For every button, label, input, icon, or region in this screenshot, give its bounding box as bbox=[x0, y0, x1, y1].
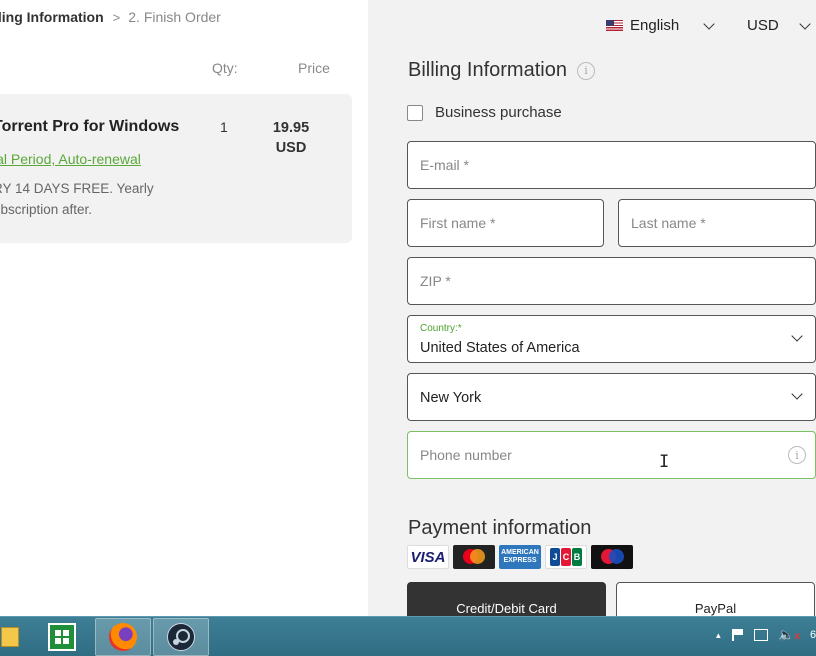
product-qty: 1 bbox=[220, 119, 228, 135]
taskbar: ▲ 🔈x 6 bbox=[0, 616, 816, 656]
taskbar-steam[interactable] bbox=[153, 618, 209, 656]
qty-header: Qty: bbox=[212, 60, 238, 76]
billing-panel: English USD Billing Information i Busine… bbox=[368, 0, 816, 616]
folder-icon bbox=[1, 627, 19, 647]
product-name: Torrent Pro for Windows bbox=[0, 118, 180, 135]
currency-label: USD bbox=[747, 17, 779, 34]
business-purchase-label: Business purchase bbox=[435, 104, 562, 121]
credit-card-button[interactable]: Credit/Debit Card bbox=[407, 582, 606, 616]
subscription-terms-link[interactable]: ial Period, Auto-renewal bbox=[0, 151, 141, 167]
country-label: Country:* bbox=[420, 323, 462, 334]
price-header: Price bbox=[298, 60, 330, 76]
language-label: English bbox=[630, 17, 680, 34]
billing-title: Billing Information i bbox=[408, 59, 595, 82]
card-logos: VISA AMERICAN EXPRESS JCB bbox=[407, 545, 633, 569]
volume-muted-icon[interactable]: 🔈x bbox=[778, 627, 800, 643]
info-icon[interactable]: i bbox=[788, 446, 806, 464]
chevron-down-icon bbox=[791, 388, 803, 400]
show-hidden-icons-icon[interactable]: ▲ bbox=[714, 631, 722, 640]
state-select[interactable]: New York bbox=[407, 373, 816, 421]
country-value: United States of America bbox=[420, 340, 580, 356]
email-field[interactable]: E-mail * bbox=[407, 141, 816, 189]
email-placeholder: E-mail * bbox=[420, 157, 470, 173]
taskbar-explorer[interactable] bbox=[0, 618, 38, 656]
last-name-placeholder: Last name * bbox=[631, 215, 706, 231]
product-price: 19.95 USD bbox=[260, 118, 322, 158]
jcb-logo: JCB bbox=[545, 545, 587, 569]
steam-icon bbox=[167, 623, 195, 651]
state-value: New York bbox=[420, 390, 482, 406]
business-purchase-checkbox[interactable] bbox=[407, 104, 423, 121]
first-name-placeholder: First name * bbox=[420, 215, 496, 231]
us-flag-icon bbox=[606, 20, 623, 31]
price-currency: USD bbox=[275, 140, 307, 156]
system-tray: ▲ 🔈x 6 bbox=[714, 627, 816, 643]
order-summary-panel: lling Information > 2. Finish Order Qty:… bbox=[0, 0, 368, 616]
breadcrumb-separator: > bbox=[112, 9, 121, 25]
visa-logo: VISA bbox=[407, 545, 449, 569]
first-name-field[interactable]: First name * bbox=[407, 199, 604, 247]
store-icon bbox=[48, 623, 76, 651]
payment-title: Payment information bbox=[408, 517, 592, 539]
amex-logo: AMERICAN EXPRESS bbox=[499, 545, 541, 569]
product-description-line-2: ubscription after. bbox=[0, 202, 93, 217]
chevron-down-icon bbox=[791, 330, 803, 342]
currency-selector[interactable]: USD bbox=[747, 17, 811, 34]
zip-placeholder: ZIP * bbox=[420, 273, 451, 289]
network-icon[interactable] bbox=[754, 629, 769, 641]
firefox-icon bbox=[109, 623, 137, 651]
breadcrumb-next-step[interactable]: 2. Finish Order bbox=[128, 9, 221, 25]
price-amount: 19.95 bbox=[272, 120, 310, 136]
breadcrumb-current: lling Information bbox=[0, 9, 104, 25]
zip-field[interactable]: ZIP * bbox=[407, 257, 816, 305]
taskbar-firefox[interactable] bbox=[95, 618, 151, 656]
country-select[interactable]: Country:* United States of America bbox=[407, 315, 816, 363]
language-selector[interactable]: English bbox=[606, 17, 715, 34]
info-icon[interactable]: i bbox=[576, 61, 595, 80]
chevron-down-icon bbox=[703, 17, 715, 30]
mastercard-logo bbox=[453, 545, 495, 569]
breadcrumb: lling Information > 2. Finish Order bbox=[0, 9, 221, 25]
product-description-line-1: RY 14 DAYS FREE. Yearly bbox=[0, 181, 154, 196]
action-center-flag-icon[interactable] bbox=[732, 629, 744, 641]
product-description: RY 14 DAYS FREE. Yearly ubscription afte… bbox=[0, 178, 154, 220]
phone-field[interactable]: Phone number i bbox=[407, 431, 816, 479]
text-cursor-icon: I bbox=[659, 452, 670, 472]
business-purchase-option[interactable]: Business purchase bbox=[407, 104, 562, 121]
order-item-card: Torrent Pro for Windows ial Period, Auto… bbox=[0, 94, 352, 243]
taskbar-store[interactable] bbox=[34, 618, 90, 656]
phone-placeholder: Phone number bbox=[420, 447, 512, 463]
last-name-field[interactable]: Last name * bbox=[618, 199, 816, 247]
chevron-down-icon bbox=[799, 17, 811, 30]
maestro-logo bbox=[591, 545, 633, 569]
billing-title-text: Billing Information bbox=[408, 59, 567, 81]
paypal-button[interactable]: PayPal bbox=[616, 582, 815, 616]
clock[interactable]: 6 bbox=[810, 629, 816, 641]
